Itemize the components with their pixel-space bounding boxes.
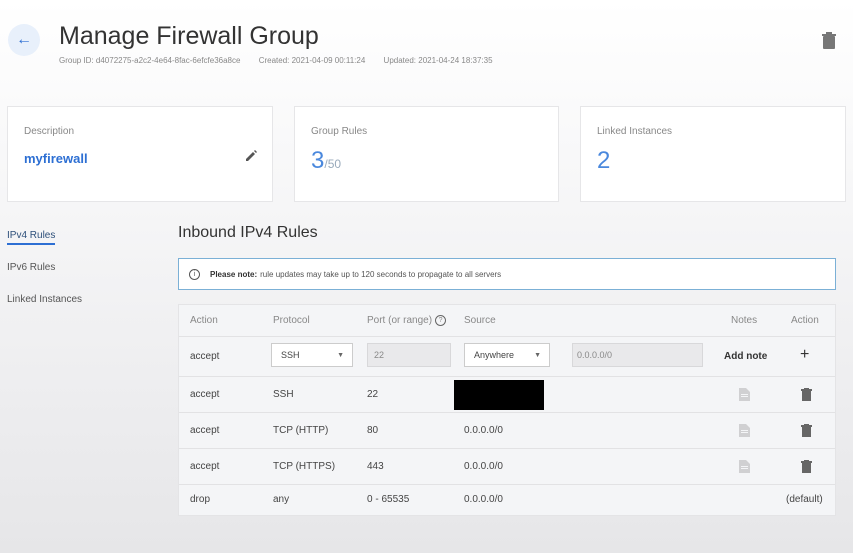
page-title: Manage Firewall Group <box>59 22 319 50</box>
note-document-icon[interactable] <box>739 424 750 437</box>
note-document-icon[interactable] <box>739 460 750 473</box>
group-id: Group ID: d4072275-a2c2-4e64-8fac-6efcfe… <box>59 56 241 65</box>
header-notes: Notes <box>731 315 758 326</box>
sidebar-item-linked-instances[interactable]: Linked Instances <box>7 294 82 305</box>
chevron-down-icon: ▼ <box>337 351 344 359</box>
rule-port: 22 <box>367 389 379 400</box>
updated-timestamp: Updated: 2021-04-24 18:37:35 <box>383 56 493 65</box>
table-header: Action Protocol Port (or range)? Source … <box>179 305 835 337</box>
rule-action: accept <box>190 461 220 472</box>
table-row: accept TCP (HTTPS) 443 0.0.0.0/0 <box>179 449 835 485</box>
source-select[interactable]: Anywhere ▼ <box>464 343 550 367</box>
rules-table: Action Protocol Port (or range)? Source … <box>178 304 836 516</box>
header-action: Action <box>190 315 218 326</box>
port-input[interactable]: 22 <box>367 343 451 367</box>
delete-rule-icon[interactable] <box>801 460 812 473</box>
redacted-source <box>454 380 544 410</box>
default-label: (default) <box>786 494 823 505</box>
rule-source: 0.0.0.0/0 <box>464 461 503 472</box>
description-value: myfirewall <box>24 151 88 166</box>
arrow-left-icon: ← <box>16 31 32 48</box>
chevron-down-icon: ▼ <box>534 351 541 359</box>
header-source: Source <box>464 315 496 326</box>
new-rule-action: accept <box>190 351 220 362</box>
description-label: Description <box>24 126 75 137</box>
table-row: accept TCP (HTTP) 80 0.0.0.0/0 <box>179 413 835 449</box>
note-text: rule updates may take up to 120 seconds … <box>260 269 502 279</box>
propagation-note: i Please note: rule updates may take up … <box>178 258 836 290</box>
created-timestamp: Created: 2021-04-09 00:11:24 <box>258 56 366 65</box>
sidebar-item-ipv6-rules[interactable]: IPv6 Rules <box>7 262 55 273</box>
edit-pencil-icon[interactable] <box>244 149 258 163</box>
section-title: Inbound IPv4 Rules <box>178 224 318 241</box>
linked-instances-card: Linked Instances 2 <box>580 106 846 202</box>
rule-port: 443 <box>367 461 384 472</box>
add-rule-plus-icon[interactable]: + <box>800 346 809 364</box>
rule-source: 0.0.0.0/0 <box>464 425 503 436</box>
rule-source: 0.0.0.0/0 <box>464 494 503 505</box>
table-row: drop any 0 - 65535 0.0.0.0/0 (default) <box>179 485 835 515</box>
rule-port: 80 <box>367 425 379 436</box>
new-rule-row: accept SSH ▼ 22 Anywhere ▼ 0.0.0.0/0 Add n… <box>179 337 835 377</box>
note-document-icon[interactable] <box>739 388 750 401</box>
source-ip-input[interactable]: 0.0.0.0/0 <box>572 343 703 367</box>
linked-instances-count: 2 <box>597 147 611 174</box>
rule-protocol: TCP (HTTP) <box>273 425 329 436</box>
delete-rule-icon[interactable] <box>801 424 812 437</box>
linked-instances-label: Linked Instances <box>597 126 673 137</box>
table-row: accept SSH 22 <box>179 377 835 413</box>
group-rules-label: Group Rules <box>311 126 368 137</box>
protocol-select[interactable]: SSH ▼ <box>271 343 353 367</box>
help-icon[interactable]: ? <box>435 315 447 326</box>
back-button[interactable]: ← <box>8 24 40 56</box>
sidebar-item-ipv4-rules[interactable]: IPv4 Rules <box>7 230 56 245</box>
info-icon: i <box>189 268 200 280</box>
rule-action: drop <box>190 494 211 505</box>
group-meta: Group ID: d4072275-a2c2-4e64-8fac-6efcfe… <box>59 56 509 65</box>
group-rules-card: Group Rules 3/50 <box>294 106 559 202</box>
group-rules-limit: /50 <box>324 157 342 171</box>
add-note-link[interactable]: Add note <box>724 351 767 362</box>
rule-action: accept <box>190 425 220 436</box>
delete-rule-icon[interactable] <box>801 388 812 401</box>
rule-protocol: SSH <box>273 389 294 400</box>
rule-protocol: TCP (HTTPS) <box>273 461 336 472</box>
header-protocol: Protocol <box>273 315 310 326</box>
delete-group-icon[interactable] <box>821 32 837 50</box>
header-action-2: Action <box>791 315 819 326</box>
rule-port: 0 - 65535 <box>367 494 410 505</box>
description-card: Description myfirewall <box>7 106 273 202</box>
group-rules-count: 3/50 <box>311 147 342 174</box>
rule-protocol: any <box>273 494 290 505</box>
header-port: Port (or range)? <box>367 315 447 326</box>
rule-action: accept <box>190 389 220 400</box>
note-bold: Please note: <box>210 269 258 279</box>
